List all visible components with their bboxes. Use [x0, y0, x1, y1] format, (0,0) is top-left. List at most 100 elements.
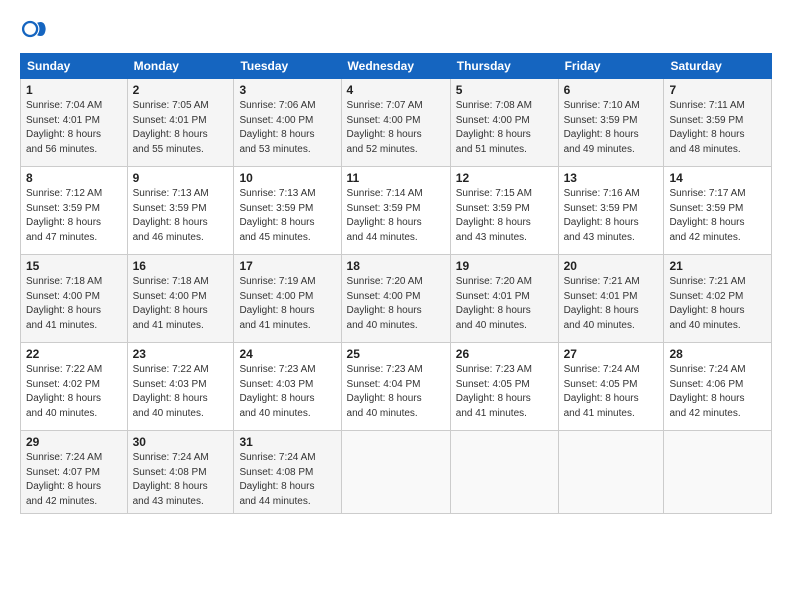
day-cell-21: 21Sunrise: 7:21 AMSunset: 4:02 PMDayligh…: [664, 255, 772, 343]
day-cell-24: 24Sunrise: 7:23 AMSunset: 4:03 PMDayligh…: [234, 343, 341, 431]
calendar-week-row: 8 Sunrise: 7:12 AMSunset: 3:59 PMDaylight…: [21, 167, 772, 255]
day-number: 15: [26, 259, 122, 273]
day-detail: Sunrise: 7:24 AMSunset: 4:08 PMDaylight:…: [239, 451, 335, 509]
weekday-header-thursday: Thursday: [450, 54, 558, 79]
day-cell-20: 20 Sunrise: 7:21 AMSunset: 4:01 PMDayligh…: [558, 255, 664, 343]
day-detail: Sunrise: 7:24 AMSunset: 4:05 PMDaylight:…: [564, 363, 659, 421]
weekday-header-saturday: Saturday: [664, 54, 772, 79]
day-detail: Sunrise: 7:07 AMSunset: 4:00 PMDaylight:…: [347, 99, 445, 157]
day-detail: Sunrise: 7:20 AMSunset: 4:01 PMDaylight:…: [456, 275, 553, 333]
calendar-page: SundayMondayTuesdayWednesdayThursdayFrid…: [0, 0, 792, 612]
day-number: 18: [347, 259, 445, 273]
day-detail: Sunrise: 7:24 AMSunset: 4:06 PMDaylight:…: [669, 363, 766, 421]
day-detail: Sunrise: 7:19 AMSunset: 4:00 PMDaylight:…: [239, 275, 335, 333]
day-number: 20: [564, 259, 659, 273]
day-number: 1: [26, 83, 122, 97]
empty-cell: [341, 431, 450, 514]
day-number: 4: [347, 83, 445, 97]
day-number: 14: [669, 171, 766, 185]
day-number: 10: [239, 171, 335, 185]
day-cell-8: 8 Sunrise: 7:12 AMSunset: 3:59 PMDaylight…: [21, 167, 128, 255]
day-detail: Sunrise: 7:12 AMSunset: 3:59 PMDaylight:…: [26, 187, 122, 245]
day-number: 5: [456, 83, 553, 97]
day-detail: Sunrise: 7:18 AMSunset: 4:00 PMDaylight:…: [133, 275, 229, 333]
day-number: 21: [669, 259, 766, 273]
day-detail: Sunrise: 7:15 AMSunset: 3:59 PMDaylight:…: [456, 187, 553, 245]
calendar-week-row: 22 Sunrise: 7:22 AMSunset: 4:02 PMDayligh…: [21, 343, 772, 431]
day-cell-14: 14 Sunrise: 7:17 AMSunset: 3:59 PMDayligh…: [664, 167, 772, 255]
day-number: 23: [133, 347, 229, 361]
day-detail: Sunrise: 7:24 AMSunset: 4:08 PMDaylight:…: [133, 451, 229, 509]
empty-cell: [450, 431, 558, 514]
day-detail: Sunrise: 7:04 AMSunset: 4:01 PMDaylight:…: [26, 99, 122, 157]
day-cell-10: 10 Sunrise: 7:13 AMSunset: 3:59 PMDayligh…: [234, 167, 341, 255]
day-cell-12: 12 Sunrise: 7:15 AMSunset: 3:59 PMDayligh…: [450, 167, 558, 255]
day-number: 2: [133, 83, 229, 97]
weekday-header-row: SundayMondayTuesdayWednesdayThursdayFrid…: [21, 54, 772, 79]
day-detail: Sunrise: 7:22 AMSunset: 4:02 PMDaylight:…: [26, 363, 122, 421]
day-detail: Sunrise: 7:20 AMSunset: 4:00 PMDaylight:…: [347, 275, 445, 333]
day-number: 26: [456, 347, 553, 361]
weekday-header-monday: Monday: [127, 54, 234, 79]
day-cell-3: 3 Sunrise: 7:06 AMSunset: 4:00 PMDaylight…: [234, 79, 341, 167]
day-detail: Sunrise: 7:24 AMSunset: 4:07 PMDaylight:…: [26, 451, 122, 509]
day-number: 12: [456, 171, 553, 185]
day-cell-7: 7 Sunrise: 7:11 AMSunset: 3:59 PMDaylight…: [664, 79, 772, 167]
day-cell-2: 2 Sunrise: 7:05 AMSunset: 4:01 PMDaylight…: [127, 79, 234, 167]
day-cell-30: 30 Sunrise: 7:24 AMSunset: 4:08 PMDayligh…: [127, 431, 234, 514]
day-detail: Sunrise: 7:05 AMSunset: 4:01 PMDaylight:…: [133, 99, 229, 157]
day-detail: Sunrise: 7:21 AMSunset: 4:01 PMDaylight:…: [564, 275, 659, 333]
day-number: 3: [239, 83, 335, 97]
day-number: 24: [239, 347, 335, 361]
day-number: 7: [669, 83, 766, 97]
day-cell-22: 22 Sunrise: 7:22 AMSunset: 4:02 PMDayligh…: [21, 343, 128, 431]
weekday-header-sunday: Sunday: [21, 54, 128, 79]
day-detail: Sunrise: 7:13 AMSunset: 3:59 PMDaylight:…: [239, 187, 335, 245]
day-number: 9: [133, 171, 229, 185]
day-cell-13: 13Sunrise: 7:16 AMSunset: 3:59 PMDayligh…: [558, 167, 664, 255]
day-number: 13: [564, 171, 659, 185]
day-cell-19: 19 Sunrise: 7:20 AMSunset: 4:01 PMDayligh…: [450, 255, 558, 343]
day-number: 30: [133, 435, 229, 449]
empty-cell: [664, 431, 772, 514]
day-number: 17: [239, 259, 335, 273]
day-detail: Sunrise: 7:08 AMSunset: 4:00 PMDaylight:…: [456, 99, 553, 157]
day-cell-18: 18 Sunrise: 7:20 AMSunset: 4:00 PMDayligh…: [341, 255, 450, 343]
page-header: [20, 15, 772, 43]
day-number: 11: [347, 171, 445, 185]
day-cell-9: 9 Sunrise: 7:13 AMSunset: 3:59 PMDaylight…: [127, 167, 234, 255]
day-number: 28: [669, 347, 766, 361]
day-detail: Sunrise: 7:13 AMSunset: 3:59 PMDaylight:…: [133, 187, 229, 245]
day-cell-16: 16Sunrise: 7:18 AMSunset: 4:00 PMDayligh…: [127, 255, 234, 343]
calendar-week-row: 1 Sunrise: 7:04 AMSunset: 4:01 PMDaylight…: [21, 79, 772, 167]
day-number: 8: [26, 171, 122, 185]
day-cell-26: 26 Sunrise: 7:23 AMSunset: 4:05 PMDayligh…: [450, 343, 558, 431]
day-detail: Sunrise: 7:18 AMSunset: 4:00 PMDaylight:…: [26, 275, 122, 333]
day-cell-1: 1 Sunrise: 7:04 AMSunset: 4:01 PMDaylight…: [21, 79, 128, 167]
day-number: 19: [456, 259, 553, 273]
logo-icon: [20, 15, 48, 43]
day-number: 22: [26, 347, 122, 361]
day-detail: Sunrise: 7:23 AMSunset: 4:05 PMDaylight:…: [456, 363, 553, 421]
day-detail: Sunrise: 7:14 AMSunset: 3:59 PMDaylight:…: [347, 187, 445, 245]
weekday-header-friday: Friday: [558, 54, 664, 79]
day-cell-15: 15 Sunrise: 7:18 AMSunset: 4:00 PMDayligh…: [21, 255, 128, 343]
weekday-header-tuesday: Tuesday: [234, 54, 341, 79]
weekday-header-wednesday: Wednesday: [341, 54, 450, 79]
day-cell-25: 25Sunrise: 7:23 AMSunset: 4:04 PMDayligh…: [341, 343, 450, 431]
day-cell-28: 28 Sunrise: 7:24 AMSunset: 4:06 PMDayligh…: [664, 343, 772, 431]
calendar-table: SundayMondayTuesdayWednesdayThursdayFrid…: [20, 53, 772, 514]
day-detail: Sunrise: 7:10 AMSunset: 3:59 PMDaylight:…: [564, 99, 659, 157]
day-cell-27: 27Sunrise: 7:24 AMSunset: 4:05 PMDayligh…: [558, 343, 664, 431]
day-detail: Sunrise: 7:06 AMSunset: 4:00 PMDaylight:…: [239, 99, 335, 157]
day-cell-31: 31Sunrise: 7:24 AMSunset: 4:08 PMDayligh…: [234, 431, 341, 514]
day-cell-11: 11 Sunrise: 7:14 AMSunset: 3:59 PMDayligh…: [341, 167, 450, 255]
day-detail: Sunrise: 7:23 AMSunset: 4:04 PMDaylight:…: [347, 363, 445, 421]
day-cell-5: 5 Sunrise: 7:08 AMSunset: 4:00 PMDaylight…: [450, 79, 558, 167]
day-detail: Sunrise: 7:11 AMSunset: 3:59 PMDaylight:…: [669, 99, 766, 157]
day-number: 29: [26, 435, 122, 449]
calendar-week-row: 15 Sunrise: 7:18 AMSunset: 4:00 PMDayligh…: [21, 255, 772, 343]
day-cell-4: 4 Sunrise: 7:07 AMSunset: 4:00 PMDaylight…: [341, 79, 450, 167]
day-detail: Sunrise: 7:17 AMSunset: 3:59 PMDaylight:…: [669, 187, 766, 245]
day-cell-6: 6Sunrise: 7:10 AMSunset: 3:59 PMDaylight…: [558, 79, 664, 167]
